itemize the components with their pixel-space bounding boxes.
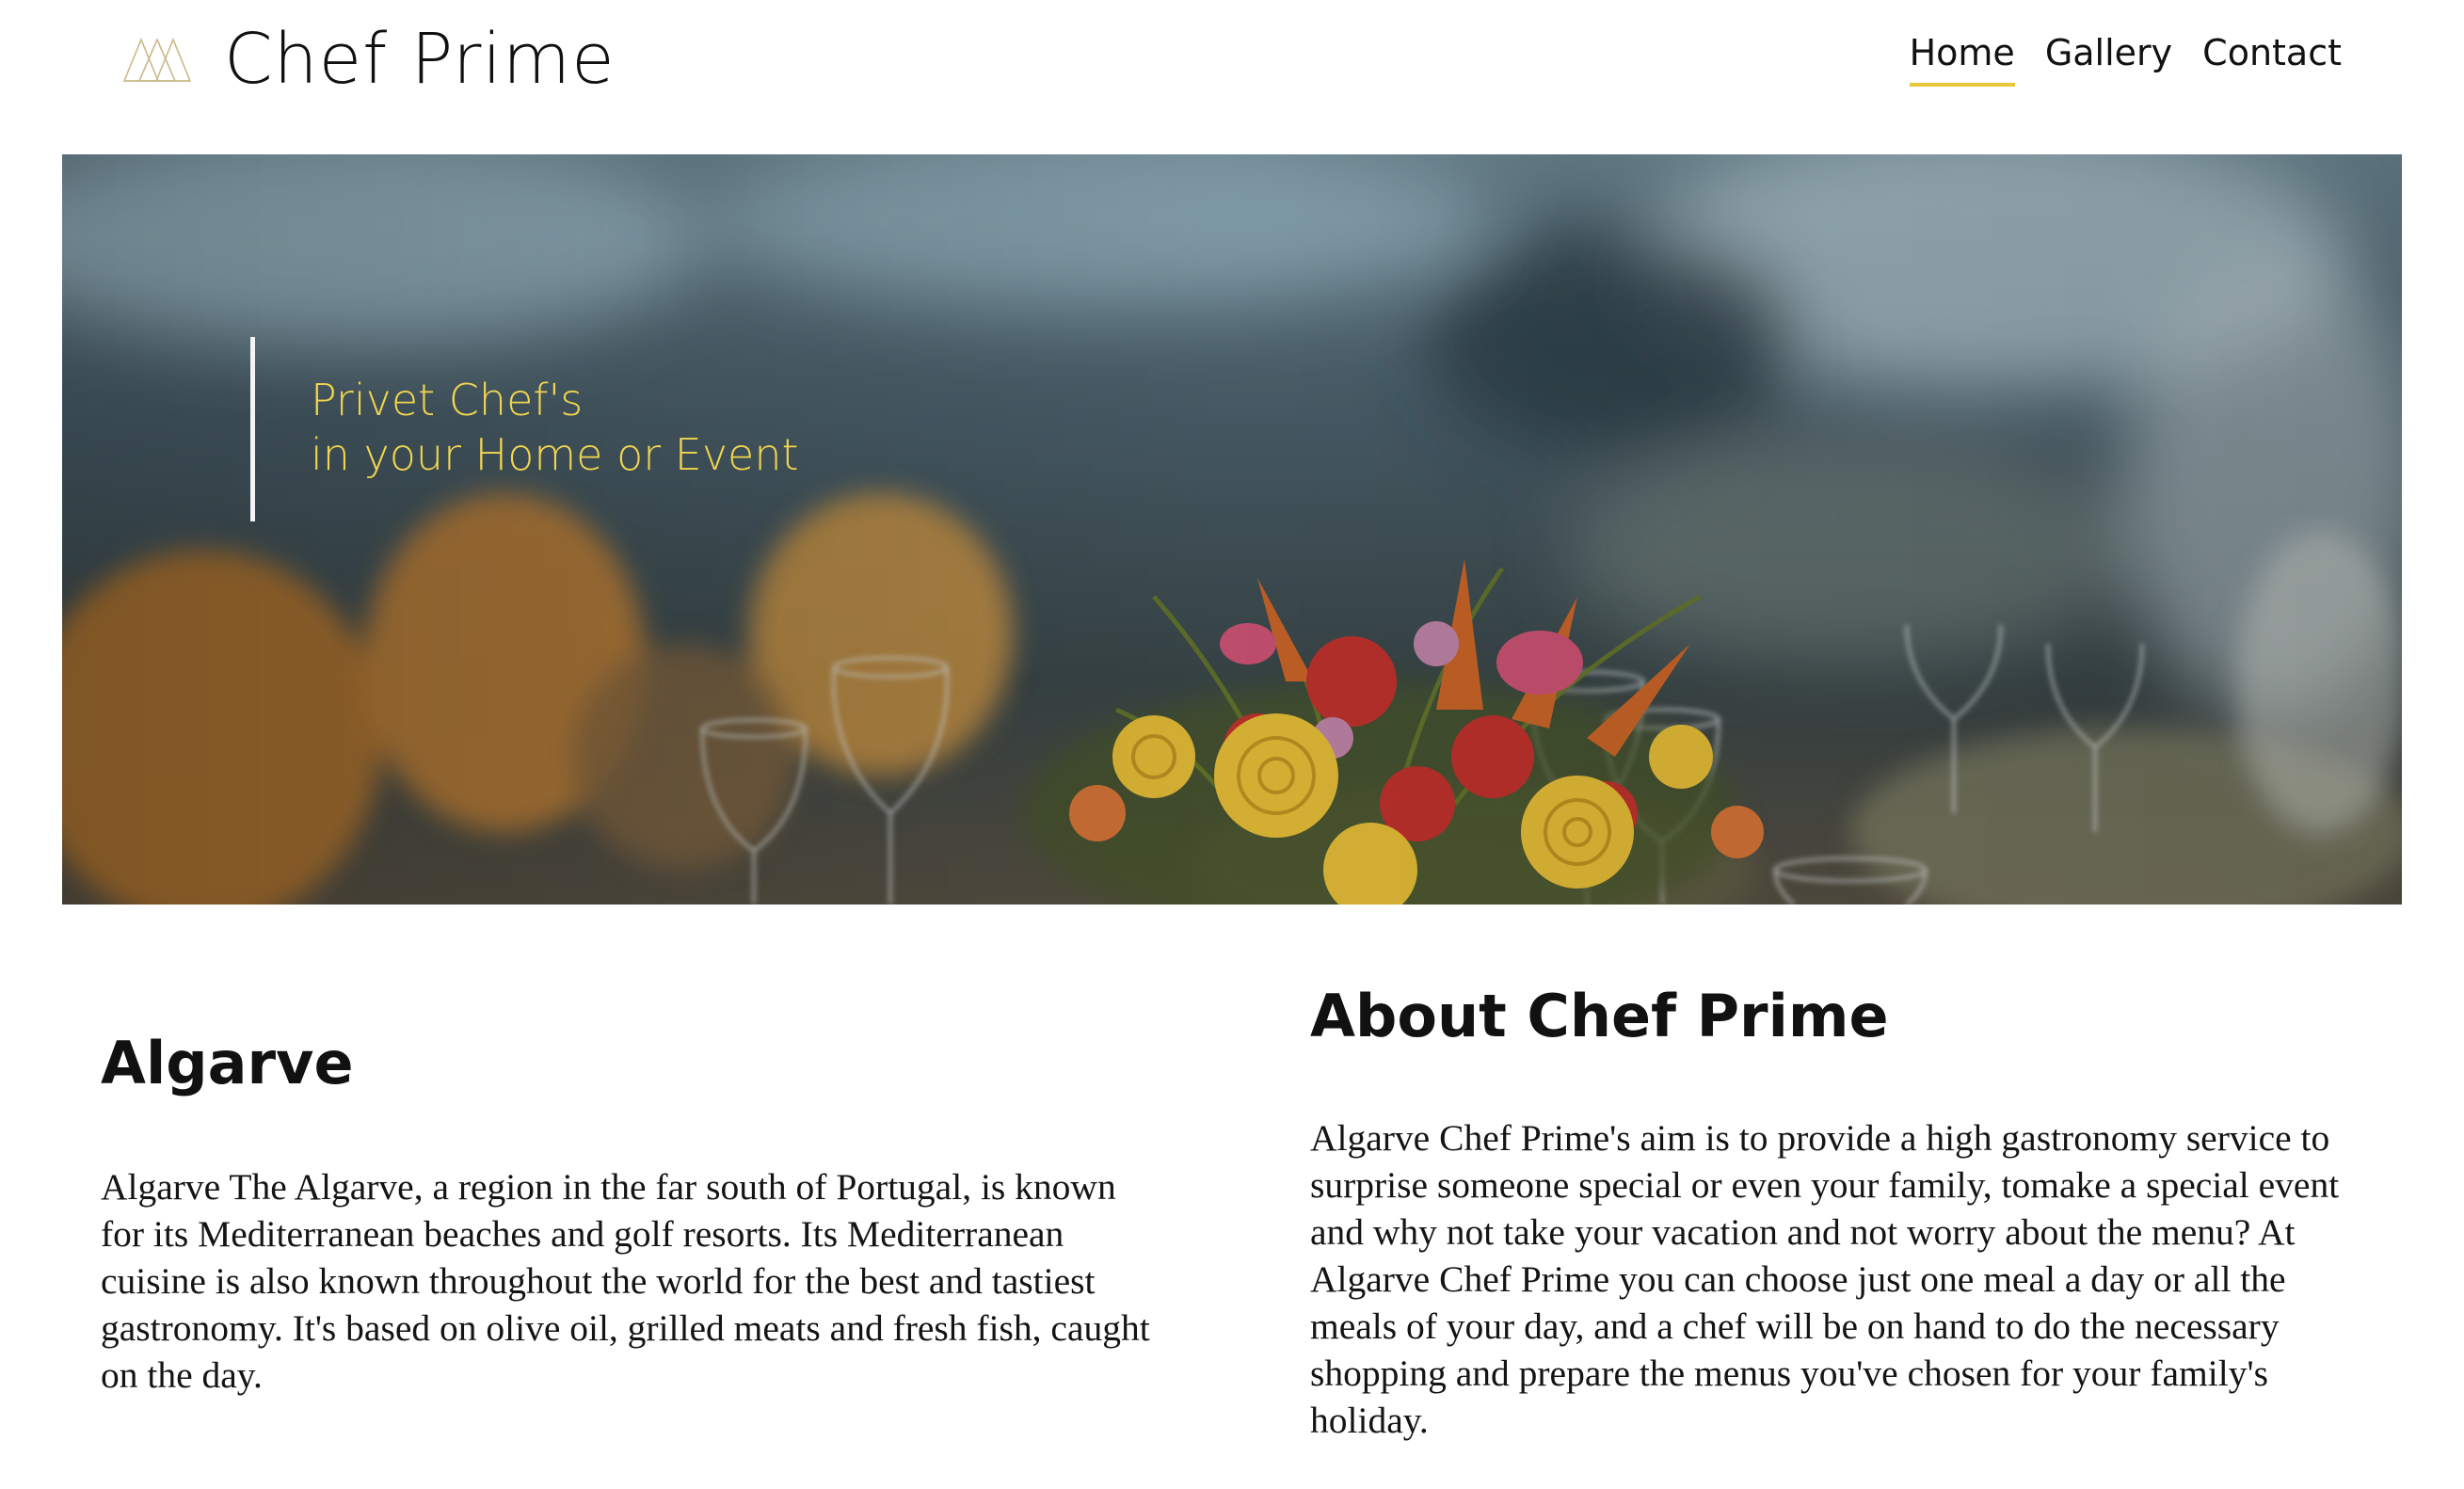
brand-name: Chef Prime — [224, 19, 616, 100]
algarve-text: Algarve The Algarve, a region in the far… — [101, 1166, 1150, 1396]
about-title: About Chef Prime — [1310, 982, 1889, 1050]
triangles-logo-icon — [122, 36, 192, 83]
logo-link[interactable]: Chef Prime — [122, 17, 616, 102]
algarve-section: Algarve Algarve The Algarve, a region in… — [101, 1026, 1155, 1399]
hero-banner: Privet Chef's in your Home or Event — [62, 154, 2402, 905]
hero-tagline-line2: in your Home or Event — [311, 429, 799, 480]
nav-gallery[interactable]: Gallery — [2045, 28, 2172, 87]
hero-image — [62, 154, 2402, 905]
main-nav: Home Gallery Contact — [1909, 28, 2342, 87]
algarve-title: Algarve — [101, 1029, 354, 1097]
nav-contact[interactable]: Contact — [2202, 28, 2342, 87]
hero-tagline-line1: Privet Chef's — [311, 375, 584, 425]
hero-accent-bar — [250, 337, 255, 521]
nav-home[interactable]: Home — [1909, 28, 2015, 87]
about-section: About Chef Prime Algarve Chef Prime's ai… — [1310, 979, 2364, 1444]
about-text: Algarve Chef Prime's aim is to provide a… — [1310, 1117, 2340, 1441]
site-header: Chef Prime Home Gallery Contact — [0, 0, 2464, 155]
hero-tagline: Privet Chef's in your Home or Event — [311, 373, 799, 482]
